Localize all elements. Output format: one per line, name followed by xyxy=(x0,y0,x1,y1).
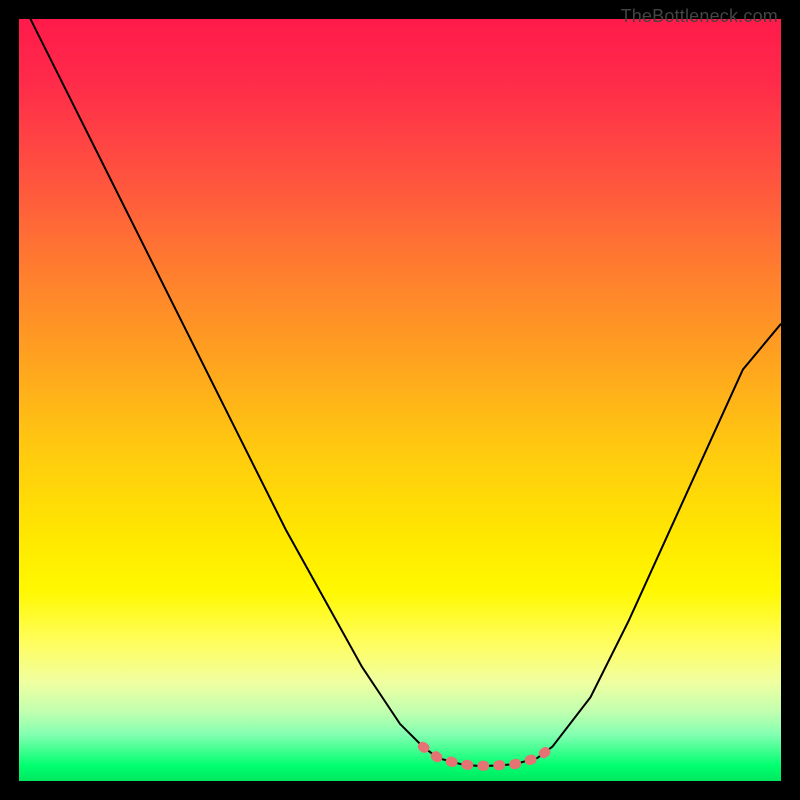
plot-area xyxy=(19,19,781,781)
watermark-text: TheBottleneck.com xyxy=(621,6,778,27)
chart-svg xyxy=(19,19,781,781)
bottleneck-curve xyxy=(19,19,781,766)
flat-region-marker xyxy=(423,747,553,766)
chart-container: TheBottleneck.com xyxy=(0,0,800,800)
